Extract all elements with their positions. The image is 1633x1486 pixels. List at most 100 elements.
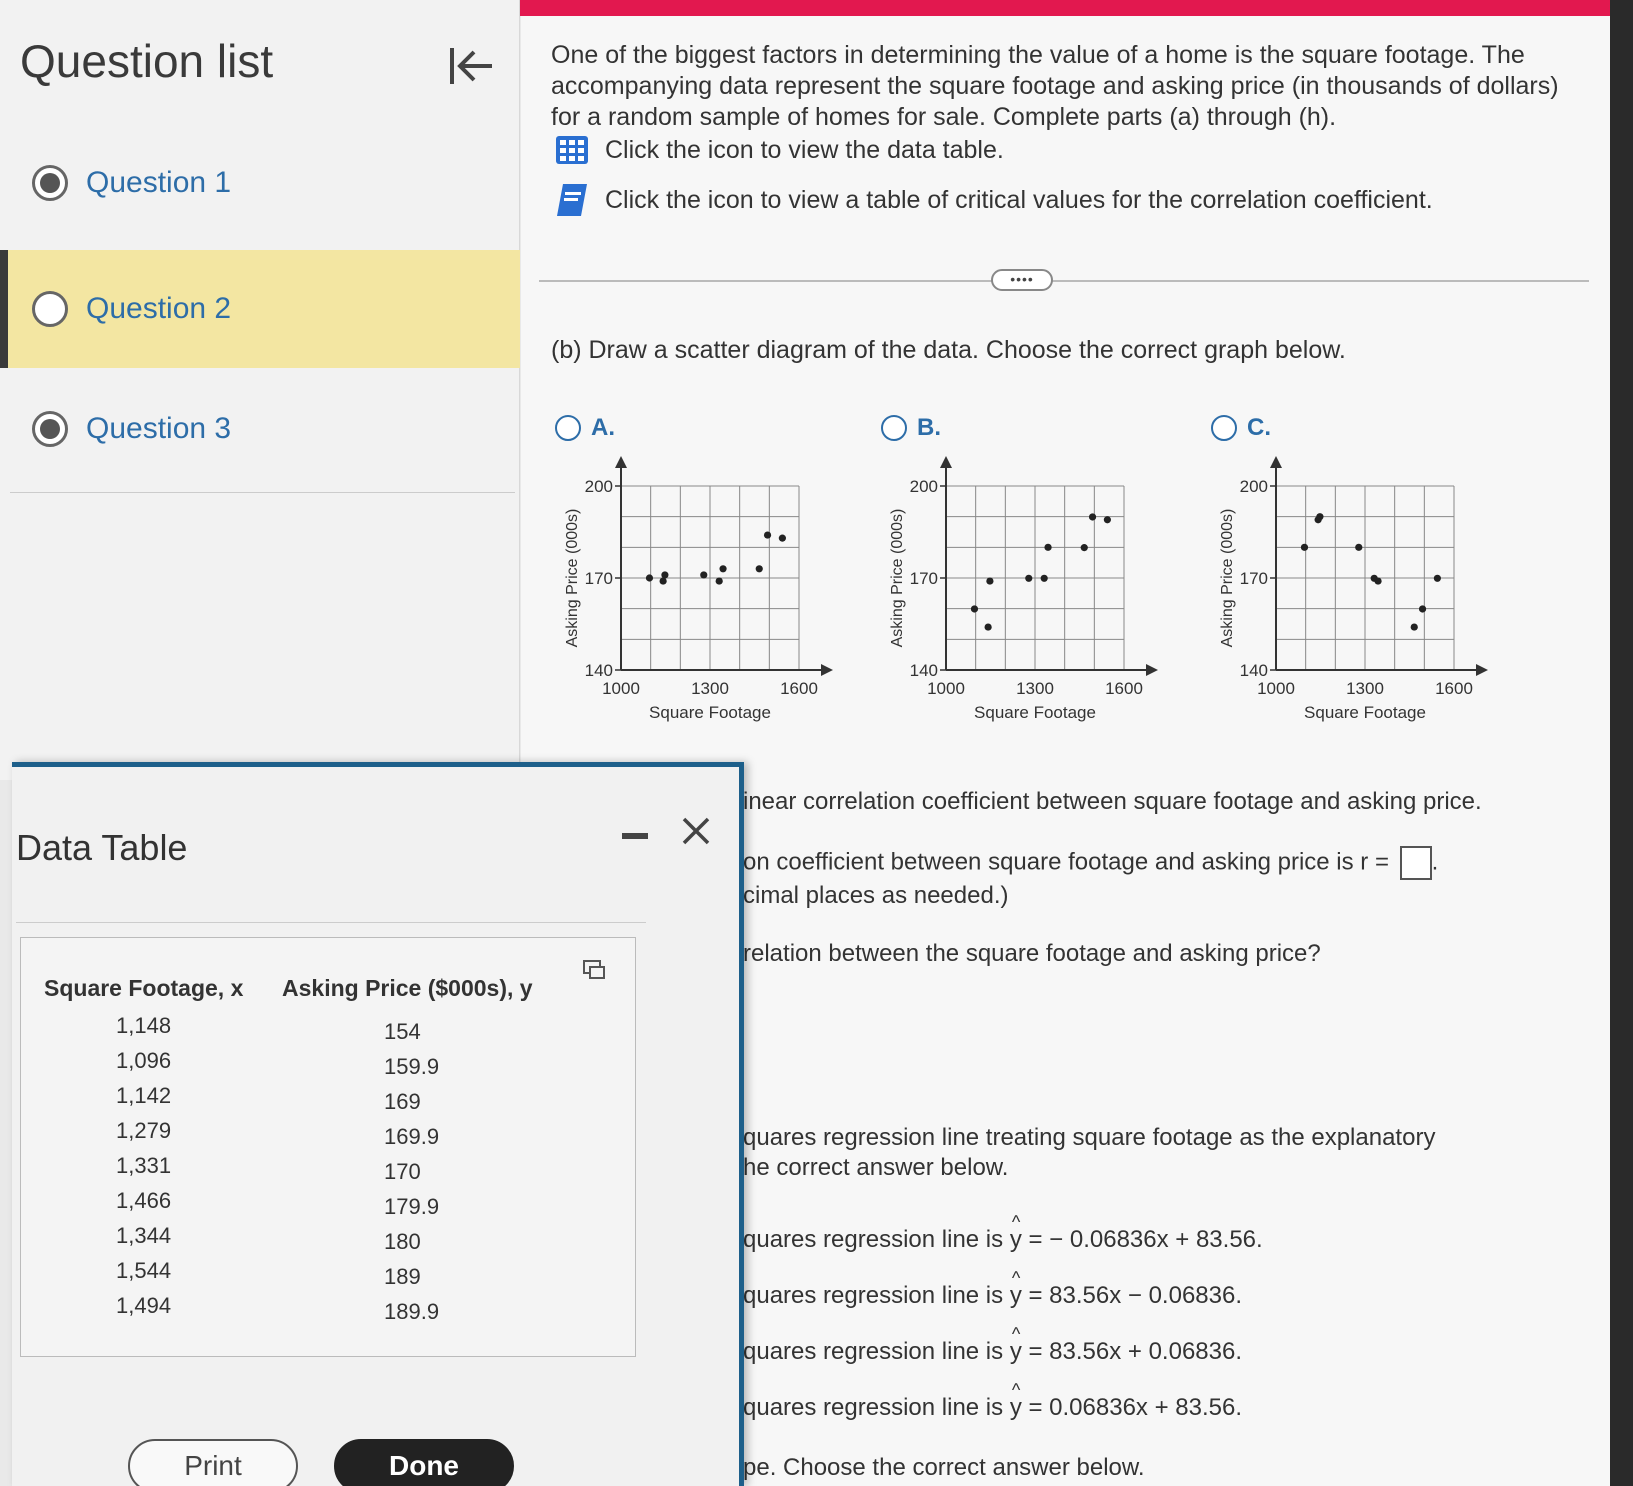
part-f-prompt: pe. Choose the correct answer below. xyxy=(743,1454,1145,1481)
table-cell-square-footage: 1,096 xyxy=(116,1048,172,1073)
part-c-prompt: inear correlation coefficient between sq… xyxy=(743,788,1482,815)
dialog-title: Data Table xyxy=(16,827,188,868)
x-axis-arrow xyxy=(1146,664,1158,676)
y-hat-symbol: y xyxy=(1010,1380,1022,1422)
critical-values-link-text[interactable]: Click the icon to view a table of critic… xyxy=(605,186,1433,215)
r-answer-input[interactable] xyxy=(1399,846,1432,880)
table-cell-square-footage: 1,466 xyxy=(116,1188,172,1213)
option-a-radio[interactable] xyxy=(555,415,581,441)
data-point xyxy=(1418,605,1427,613)
close-icon[interactable] xyxy=(676,811,716,851)
y-tick-label: 200 xyxy=(1240,477,1268,496)
data-point xyxy=(778,534,786,542)
part-c-rounding-note: cimal places as needed.) xyxy=(743,882,1009,909)
data-point xyxy=(1374,577,1382,585)
x-axis-label: Square Footage xyxy=(649,703,771,722)
part-c-answer-line: on coefficient between square footage an… xyxy=(743,846,1438,880)
regression-option-prefix: quares regression line is xyxy=(743,1282,1004,1309)
x-tick-label: 1300 xyxy=(691,679,729,698)
x-tick-label: 1300 xyxy=(1346,679,1384,698)
data-point xyxy=(700,571,708,579)
done-button[interactable]: Done xyxy=(334,1439,514,1486)
option-c-radio[interactable] xyxy=(1211,415,1237,441)
option-a[interactable]: A. xyxy=(555,414,615,442)
sidebar-item-question-1[interactable]: Question 1 xyxy=(0,124,520,242)
data-point xyxy=(715,577,723,585)
expand-previous-parts-button[interactable]: •••• xyxy=(991,269,1053,291)
sidebar-title: Question list xyxy=(20,35,274,87)
regression-option-2[interactable]: quares regression line is y = 83.56x − 0… xyxy=(743,1268,1242,1310)
book-icon[interactable] xyxy=(555,182,589,218)
part-e-instruction: he correct answer below. xyxy=(743,1154,1009,1181)
x-axis-arrow xyxy=(1476,664,1488,676)
unanswered-radio-icon xyxy=(32,291,68,327)
regression-option-equation: = 83.56x − 0.06836. xyxy=(1028,1282,1242,1309)
y-axis-label: Asking Price (000s) xyxy=(889,509,906,648)
grid-table-icon[interactable] xyxy=(555,135,589,165)
part-c-answer-text: on coefficient between square footage an… xyxy=(743,848,1389,876)
sidebar-item-label: Question 1 xyxy=(86,166,232,199)
y-hat-symbol: y xyxy=(1010,1324,1022,1366)
data-point xyxy=(1088,513,1097,521)
regression-option-equation: = 83.56x + 0.06836. xyxy=(1028,1338,1242,1365)
answered-radio-icon xyxy=(32,165,68,201)
section-separator xyxy=(539,280,1589,282)
y-axis-label: Asking Price (000s) xyxy=(564,509,581,648)
scatter-plot-c: 140 170 200 1000 1300 1600 Square Footage Askin… xyxy=(1219,456,1488,722)
data-point xyxy=(755,565,763,573)
data-point xyxy=(1433,574,1441,582)
data-point xyxy=(1040,574,1048,582)
option-b-radio[interactable] xyxy=(881,415,907,441)
data-point xyxy=(645,574,654,582)
print-button[interactable]: Print xyxy=(128,1439,298,1486)
sidebar-item-label: Question 2 xyxy=(86,292,232,325)
y-hat-symbol: y xyxy=(1010,1212,1022,1254)
scatter-plot-b: 140 170 200 1000 1300 1600 Square Footage Askin… xyxy=(889,456,1158,722)
y-tick-label: 140 xyxy=(1240,661,1268,680)
option-b[interactable]: B. xyxy=(881,414,941,442)
data-table-link-text[interactable]: Click the icon to view the data table. xyxy=(605,136,1004,165)
screen-edge xyxy=(1610,0,1633,1486)
y-tick-label: 200 xyxy=(585,477,613,496)
table-cell-asking-price: 169.9 xyxy=(384,1124,440,1149)
x-tick-label: 1000 xyxy=(1257,679,1295,698)
table-cell-square-footage: 1,344 xyxy=(116,1223,172,1248)
regression-option-4[interactable]: quares regression line is y = 0.06836x +… xyxy=(743,1380,1242,1422)
option-c[interactable]: C. xyxy=(1211,414,1271,442)
table-cell-asking-price: 189 xyxy=(384,1264,421,1289)
regression-option-3[interactable]: quares regression line is y = 83.56x + 0… xyxy=(743,1324,1242,1366)
table-cell-asking-price: 189.9 xyxy=(384,1299,440,1324)
sidebar-item-question-3[interactable]: Question 3 xyxy=(0,370,520,488)
x-axis-label: Square Footage xyxy=(974,703,1096,722)
sidebar-item-question-2[interactable]: Question 2 xyxy=(0,250,520,368)
y-tick-label: 140 xyxy=(585,661,613,680)
collapse-sidebar-icon[interactable] xyxy=(446,44,496,88)
data-point xyxy=(970,605,979,613)
x-tick-label: 1000 xyxy=(927,679,965,698)
y-axis-arrow xyxy=(940,456,952,468)
y-axis-label: Asking Price (000s) xyxy=(1219,509,1236,648)
data-point xyxy=(1355,543,1363,551)
page: Question list Question 1 Question 2 Ques… xyxy=(0,0,1610,1486)
table-cell-asking-price: 159.9 xyxy=(384,1054,440,1079)
y-tick-label: 170 xyxy=(1240,569,1268,588)
critical-values-link[interactable]: Click the icon to view a table of critic… xyxy=(555,180,1433,220)
regression-option-1[interactable]: quares regression line is y = − 0.06836x… xyxy=(743,1212,1263,1254)
table-cell-square-footage: 1,279 xyxy=(116,1118,172,1143)
regression-option-prefix: quares regression line is xyxy=(743,1338,1004,1365)
data-table-link[interactable]: Click the icon to view the data table. xyxy=(555,130,1004,170)
table-cell-square-footage: 1,331 xyxy=(116,1153,172,1178)
minimize-icon[interactable] xyxy=(622,833,648,839)
table-cell-asking-price: 154 xyxy=(384,1019,421,1044)
copy-table-icon[interactable] xyxy=(582,959,606,981)
y-axis-arrow xyxy=(615,456,627,468)
regression-option-prefix: quares regression line is xyxy=(743,1226,1004,1253)
data-point xyxy=(763,531,772,539)
table-cell-asking-price: 169 xyxy=(384,1089,421,1114)
column-header-asking-price: Asking Price ($000s), y xyxy=(282,975,533,1001)
data-point xyxy=(1300,543,1309,551)
part-d-prompt: relation between the square footage and … xyxy=(743,940,1321,967)
answered-radio-icon xyxy=(32,411,68,447)
x-tick-label: 1300 xyxy=(1016,679,1054,698)
regression-option-equation: = 0.06836x + 83.56. xyxy=(1028,1394,1242,1421)
